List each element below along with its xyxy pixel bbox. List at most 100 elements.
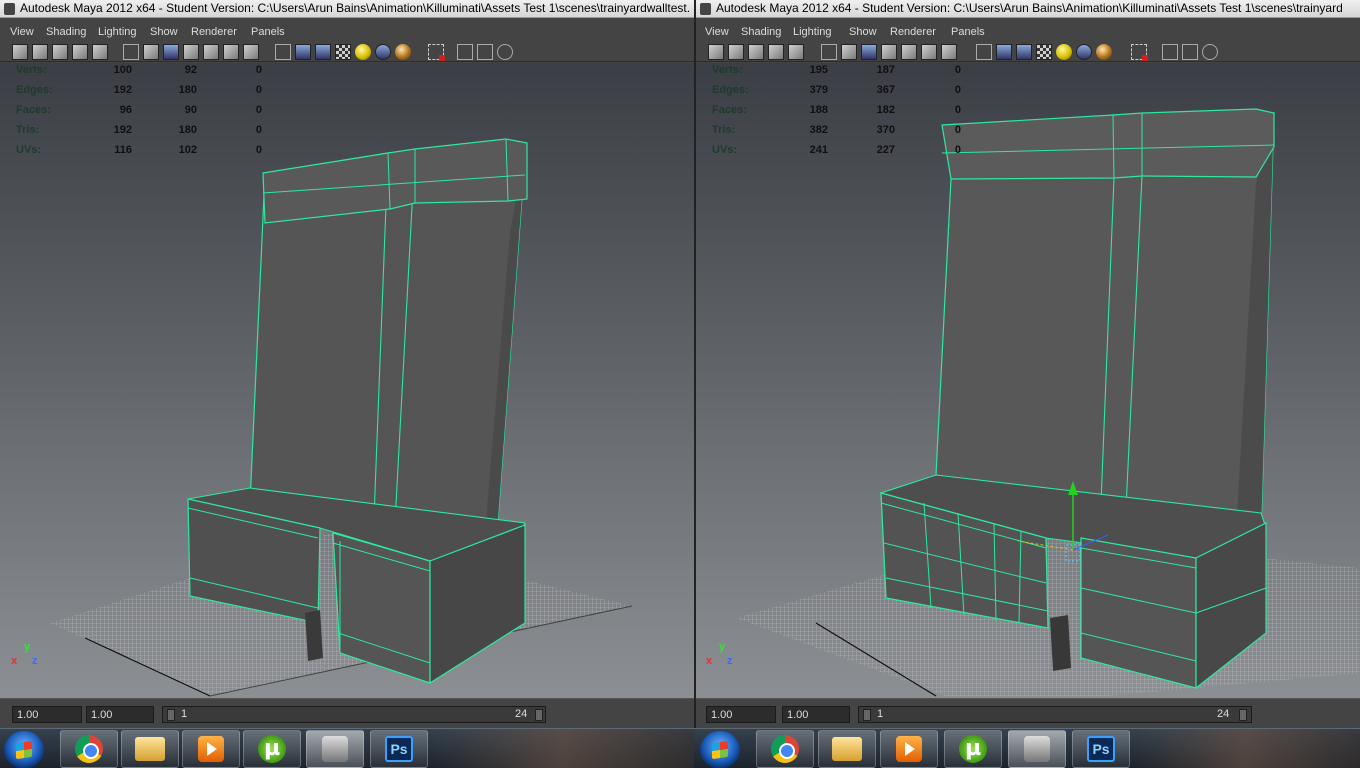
title-bar[interactable]: Autodesk Maya 2012 x64 - Student Version… (696, 0, 1360, 18)
taskbar-media-player[interactable] (182, 730, 240, 768)
menu-view[interactable]: View (10, 26, 34, 38)
bookmark-icon[interactable] (52, 44, 68, 60)
end-time-field[interactable]: 1.00 (86, 706, 154, 723)
range-slider[interactable]: 1 24 (858, 706, 1252, 723)
taskbar-photoshop[interactable]: Ps (370, 730, 428, 768)
start-time-field[interactable]: 1.00 (12, 706, 82, 723)
bookmark-icon[interactable] (748, 44, 764, 60)
wireframe-icon[interactable] (976, 44, 992, 60)
image-plane-icon[interactable] (768, 44, 784, 60)
safe-title-icon[interactable] (941, 44, 957, 60)
2d-pan-zoom-icon[interactable] (788, 44, 804, 60)
safe-action-icon[interactable] (921, 44, 937, 60)
perspective-viewport[interactable]: Verts: 195 187 0 Edges: 379 367 0 Faces:… (696, 63, 1360, 698)
taskbar-maya[interactable] (1008, 730, 1066, 768)
range-start-frame: 1 (181, 708, 188, 720)
range-slider[interactable]: 1 24 (162, 706, 546, 723)
menu-show[interactable]: Show (150, 26, 178, 38)
taskbar-explorer[interactable] (121, 730, 179, 768)
use-default-lighting-icon[interactable] (1056, 44, 1072, 60)
start-button[interactable] (700, 731, 740, 768)
start-button[interactable] (4, 731, 44, 768)
xray-icon[interactable] (457, 44, 473, 60)
grid-icon[interactable] (821, 44, 837, 60)
taskbar-chrome[interactable] (60, 730, 118, 768)
stat-value: 227 (876, 144, 895, 156)
xray-components-icon[interactable] (1202, 44, 1218, 60)
range-slider-start-handle[interactable] (863, 709, 871, 721)
gate-mask-icon[interactable] (881, 44, 897, 60)
stat-value: 187 (876, 64, 895, 76)
taskbar-chrome[interactable] (756, 730, 814, 768)
use-default-lighting-icon[interactable] (355, 44, 371, 60)
wireframe-icon[interactable] (275, 44, 291, 60)
shadows-icon[interactable] (1076, 44, 1092, 60)
menu-renderer[interactable]: Renderer (890, 26, 936, 38)
film-gate-icon[interactable] (143, 44, 159, 60)
field-chart-icon[interactable] (203, 44, 219, 60)
textured-icon[interactable] (335, 44, 351, 60)
grid-icon[interactable] (123, 44, 139, 60)
safe-action-icon[interactable] (223, 44, 239, 60)
camera-attributes-icon[interactable] (728, 44, 744, 60)
isolate-select-icon[interactable] (428, 44, 445, 61)
time-range-bar: 1.00 1.00 1 24 (696, 698, 1360, 728)
xray-components-icon[interactable] (497, 44, 513, 60)
menu-shading[interactable]: Shading (741, 26, 781, 38)
stat-value: 379 (809, 84, 828, 96)
image-plane-icon[interactable] (72, 44, 88, 60)
taskbar-maya[interactable] (306, 730, 364, 768)
perspective-viewport[interactable]: Verts: 100 92 0 Edges: 192 180 0 Faces: … (0, 63, 694, 698)
menu-lighting[interactable]: Lighting (98, 26, 137, 38)
menu-shading[interactable]: Shading (46, 26, 86, 38)
menu-renderer[interactable]: Renderer (191, 26, 237, 38)
textured-icon[interactable] (1036, 44, 1052, 60)
gate-mask-icon[interactable] (183, 44, 199, 60)
range-slider-end-handle[interactable] (1239, 709, 1247, 721)
smooth-shade-icon[interactable] (996, 44, 1012, 60)
xray-joints-icon[interactable] (1182, 44, 1198, 60)
field-chart-icon[interactable] (901, 44, 917, 60)
chrome-icon (771, 735, 799, 763)
wireframe-on-shaded-icon[interactable] (1016, 44, 1032, 60)
taskbar-utorrent[interactable] (944, 730, 1002, 768)
photoshop-icon: Ps (385, 736, 413, 762)
2d-pan-zoom-icon[interactable] (92, 44, 108, 60)
menu-show[interactable]: Show (849, 26, 877, 38)
resolution-gate-icon[interactable] (861, 44, 877, 60)
range-slider-start-handle[interactable] (167, 709, 175, 721)
menu-view[interactable]: View (705, 26, 729, 38)
high-quality-icon[interactable] (1096, 44, 1112, 60)
taskbar-explorer[interactable] (818, 730, 876, 768)
axis-y-label: y (719, 641, 726, 653)
resolution-gate-icon[interactable] (163, 44, 179, 60)
xray-icon[interactable] (1162, 44, 1178, 60)
camera-select-icon[interactable] (12, 44, 28, 60)
stat-value: 367 (876, 84, 895, 96)
explorer-icon (135, 737, 165, 761)
camera-select-icon[interactable] (708, 44, 724, 60)
isolate-select-icon[interactable] (1131, 44, 1148, 61)
menu-lighting[interactable]: Lighting (793, 26, 832, 38)
utorrent-icon (258, 735, 286, 763)
film-gate-icon[interactable] (841, 44, 857, 60)
start-time-field[interactable]: 1.00 (706, 706, 776, 723)
taskbar-utorrent[interactable] (243, 730, 301, 768)
shadows-icon[interactable] (375, 44, 391, 60)
stat-label: Edges: (712, 84, 749, 96)
taskbar-media-player[interactable] (880, 730, 938, 768)
smooth-shade-icon[interactable] (295, 44, 311, 60)
menu-panels[interactable]: Panels (951, 26, 985, 38)
wireframe-on-shaded-icon[interactable] (315, 44, 331, 60)
taskbar-photoshop[interactable]: Ps (1072, 730, 1130, 768)
end-time-field[interactable]: 1.00 (782, 706, 850, 723)
camera-attributes-icon[interactable] (32, 44, 48, 60)
range-slider-end-handle[interactable] (535, 709, 543, 721)
safe-title-icon[interactable] (243, 44, 259, 60)
stat-label: Faces: (16, 104, 51, 116)
high-quality-icon[interactable] (395, 44, 411, 60)
title-bar[interactable]: Autodesk Maya 2012 x64 - Student Version… (0, 0, 694, 18)
range-start-frame: 1 (877, 708, 884, 720)
menu-panels[interactable]: Panels (251, 26, 285, 38)
xray-joints-icon[interactable] (477, 44, 493, 60)
